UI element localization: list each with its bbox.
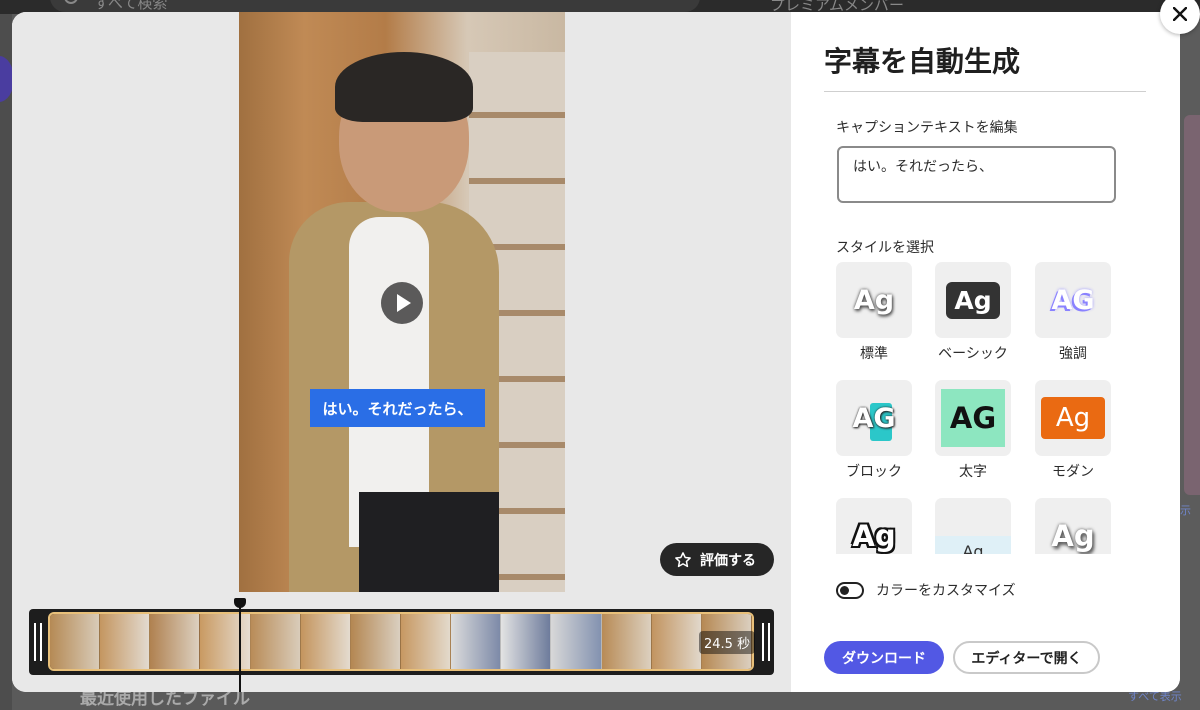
caption-settings-panel: 字幕を自動生成 キャプションテキストを編集 はい。それだったら、 スタイルを選択… xyxy=(791,12,1180,692)
search-icon xyxy=(64,0,78,4)
open-in-editor-button[interactable]: エディターで開く xyxy=(953,641,1100,674)
timeline-frame xyxy=(50,614,101,669)
customize-color-toggle[interactable] xyxy=(836,581,864,599)
style-name: 強調 xyxy=(1059,346,1087,362)
style-thumb: Ag xyxy=(836,498,912,554)
playhead-handle[interactable] xyxy=(234,598,246,608)
video-person-hair xyxy=(335,52,473,122)
timeline-frame xyxy=(651,614,702,669)
customize-color-label: カラーをカスタマイズ xyxy=(876,583,1016,599)
caption-overlay: はい。それだったら、 xyxy=(310,389,485,427)
style-basic[interactable]: Ag ベーシック xyxy=(935,262,1011,363)
style-name: モダン xyxy=(1052,464,1094,480)
video-preview-area: はい。それだったら、 評価する 24.5 秒 xyxy=(12,12,791,692)
panel-title: 字幕を自動生成 xyxy=(824,45,1021,78)
style-thumb: AG xyxy=(1035,262,1111,338)
style-outline[interactable]: Ag xyxy=(836,498,912,554)
rate-button-label: 評価する xyxy=(700,552,756,569)
timeline-frame xyxy=(451,614,502,669)
style-select-label: スタイルを選択 xyxy=(836,240,934,256)
style-shadow[interactable]: Ag xyxy=(1035,498,1111,554)
trim-handle-left[interactable] xyxy=(34,623,42,661)
timeline-frames xyxy=(48,612,754,671)
search-bar: すべて検索 xyxy=(50,0,700,12)
timeline-frame xyxy=(601,614,652,669)
timeline-frame xyxy=(400,614,452,669)
trim-handle-right[interactable] xyxy=(762,623,770,661)
timeline-frame xyxy=(501,614,552,669)
style-thumb: AG xyxy=(836,380,912,456)
right-card xyxy=(1184,115,1200,495)
style-emphasis[interactable]: AG 強調 xyxy=(1035,262,1111,363)
style-thumb: Ag xyxy=(836,262,912,338)
caption-text-label: キャプションテキストを編集 xyxy=(836,120,1018,136)
style-name: 太字 xyxy=(959,464,987,480)
caption-text-input[interactable]: はい。それだったら、 xyxy=(837,146,1116,203)
divider xyxy=(824,91,1146,92)
rate-button[interactable]: 評価する xyxy=(660,543,774,576)
style-block[interactable]: AG ブロック xyxy=(836,380,912,481)
style-thumb: Ag xyxy=(1035,498,1111,554)
play-button[interactable] xyxy=(381,282,423,324)
search-placeholder: すべて検索 xyxy=(94,0,168,12)
customize-color-row: カラーをカスタマイズ xyxy=(836,580,1016,600)
style-thumb: Ag xyxy=(935,498,1011,554)
style-thumb: Ag xyxy=(1035,380,1111,456)
side-link: 示 xyxy=(1180,504,1191,517)
style-thumb: AG xyxy=(935,380,1011,456)
close-icon xyxy=(1173,7,1187,21)
download-button[interactable]: ダウンロード xyxy=(824,641,944,674)
timeline-frame xyxy=(300,614,351,669)
style-grid: Ag 標準 Ag ベーシック AG 強調 AG ブロック AG 太字 Ag モダ… xyxy=(836,262,1136,554)
timeline-frame xyxy=(150,614,201,669)
sidebar xyxy=(0,14,12,710)
timeline-frame xyxy=(250,614,301,669)
style-bold[interactable]: AG 太字 xyxy=(935,380,1011,481)
timeline[interactable]: 24.5 秒 xyxy=(29,609,774,675)
style-modern[interactable]: Ag モダン xyxy=(1035,380,1111,481)
timeline-frame xyxy=(551,614,602,669)
auto-caption-modal: はい。それだったら、 評価する 24.5 秒 字幕を自動生成 キャプションテキス… xyxy=(12,12,1180,692)
style-name: ベーシック xyxy=(938,346,1008,362)
video-person-pants xyxy=(359,492,499,592)
style-thumb: Ag xyxy=(935,262,1011,338)
style-name: ブロック xyxy=(846,464,902,480)
timeline-frame xyxy=(200,614,251,669)
timeline-frame xyxy=(350,614,401,669)
style-standard[interactable]: Ag 標準 xyxy=(836,262,912,363)
style-name: 標準 xyxy=(860,346,888,362)
style-light[interactable]: Ag xyxy=(935,498,1011,554)
timeline-frame xyxy=(100,614,151,669)
playhead[interactable] xyxy=(239,598,241,692)
star-icon xyxy=(675,551,691,567)
duration-label: 24.5 秒 xyxy=(699,631,756,654)
